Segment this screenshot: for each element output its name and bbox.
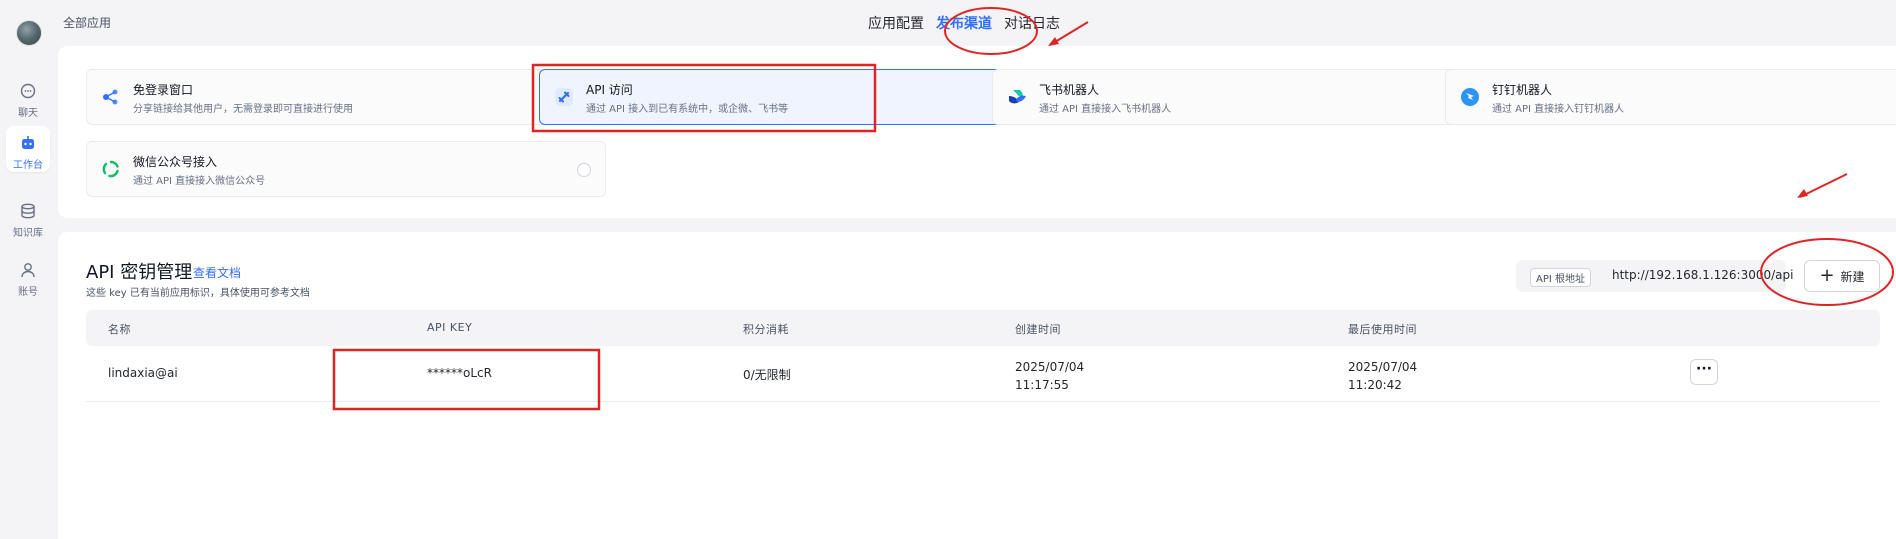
dingtalk-icon [1461,88,1479,106]
col-api-key: API KEY [427,321,473,334]
more-options-button[interactable]: ··· [1690,359,1718,385]
feishu-icon [1009,90,1026,104]
tab-publish-channel[interactable]: 发布渠道 [936,13,992,33]
new-key-label: 新建 [1840,269,1865,284]
chat-icon [20,83,36,99]
wechat-official-icon [102,160,119,178]
row-created-date: 2025/07/04 [1015,360,1085,374]
col-name: 名称 [108,323,131,336]
tab-app-config[interactable]: 应用配置 [868,13,924,33]
col-created: 创建时间 [1015,323,1061,336]
col-usage: 积分消耗 [743,323,789,336]
breadcrumb[interactable]: 全部应用 [63,14,111,31]
plus-icon: + [1819,265,1835,286]
api-base-tag: API 根地址 [1530,268,1591,287]
share-icon [103,89,118,105]
sidebar-item-chat[interactable]: 聊天 [6,74,50,120]
api-base-url-text[interactable]: http://192.168.1.126:3000/api [1612,268,1793,282]
avatar[interactable] [16,20,42,46]
user-icon [21,263,35,278]
channel-title: 微信公众号接入 [133,155,218,169]
robot-icon [22,136,34,149]
channel-desc: 通过 API 直接接入钉钉机器人 [1492,104,1625,115]
channel-feishu-bot[interactable]: 飞书机器人 通过 API 直接接入飞书机器人 [992,69,1512,125]
sidebar-item-label: 工作台 [13,160,43,171]
top-tabs: 应用配置 发布渠道 对话日志 [868,13,1060,33]
row-last-time: 11:20:42 [1348,378,1402,392]
channel-title: 飞书机器人 [1039,83,1100,97]
channel-radio[interactable] [577,163,591,177]
sidebar-item-label: 聊天 [18,108,38,119]
channel-dingtalk-bot[interactable]: 钉钉机器人 通过 API 直接接入钉钉机器人 [1445,69,1896,125]
sidebar-item-knowledge[interactable]: 知识库 [6,194,50,240]
sidebar-item-label: 知识库 [13,228,43,239]
sidebar-item-label: 账号 [18,287,38,298]
tab-chat-logs[interactable]: 对话日志 [1004,13,1060,33]
channel-desc: 分享链接给其他用户，无需登录即可直接进行使用 [133,104,353,115]
channel-desc: 通过 API 接入到已有系统中，或企微、飞书等 [586,104,789,115]
api-key-subtitle: 这些 key 已有当前应用标识，具体使用可参考文档 [86,288,310,299]
channel-title: 钉钉机器人 [1492,83,1553,97]
api-key-panel: API 密钥管理 查看文档 这些 key 已有当前应用标识，具体使用可参考文档 … [58,232,1896,539]
row-last-used: 2025/07/04 11:20:42 [1348,358,1417,394]
channel-api-access[interactable]: API 访问 通过 API 接入到已有系统中，或企微、飞书等 [539,69,1059,125]
row-last-date: 2025/07/04 [1348,360,1418,374]
api-base-url[interactable]: API 根地址 http://192.168.1.126:3000/api [1516,260,1793,292]
channel-title: 免登录窗口 [133,83,194,97]
row-api-key: ******oLcR [427,366,492,380]
col-last-used: 最后使用时间 [1348,323,1417,336]
row-created: 2025/07/04 11:17:55 [1015,358,1084,394]
database-icon [21,203,35,219]
channel-desc: 通过 API 直接接入飞书机器人 [1039,104,1172,115]
sidebar: 聊天 工作台 知识库 账号 [0,0,58,539]
table-header: 名称 API KEY 积分消耗 创建时间 最后使用时间 [86,310,1880,346]
table-row: lindaxia@ai ******oLcR 0/无限制 2025/07/04 … [86,346,1880,402]
api-key-title: API 密钥管理 [86,262,193,283]
api-plug-icon [555,88,573,106]
sidebar-item-account[interactable]: 账号 [6,253,50,299]
row-name: lindaxia@ai [108,366,178,380]
channel-panel: 免登录窗口 分享链接给其他用户，无需登录即可直接进行使用 API 访问 通过 A… [58,46,1896,218]
channel-desc: 通过 API 直接接入微信公众号 [133,176,266,187]
channel-wechat-official[interactable]: 微信公众号接入 通过 API 直接接入微信公众号 [86,141,606,197]
new-key-button[interactable]: + 新建 [1804,260,1880,292]
row-usage: 0/无限制 [743,368,791,382]
sidebar-item-workbench[interactable]: 工作台 [6,126,50,172]
channel-title: API 访问 [586,83,633,97]
view-docs-link[interactable]: 查看文档 [193,264,241,281]
channel-login-free-window[interactable]: 免登录窗口 分享链接给其他用户，无需登录即可直接进行使用 [86,69,606,125]
annotation-arrowhead-top [1048,37,1059,46]
row-created-time: 11:17:55 [1015,378,1069,392]
